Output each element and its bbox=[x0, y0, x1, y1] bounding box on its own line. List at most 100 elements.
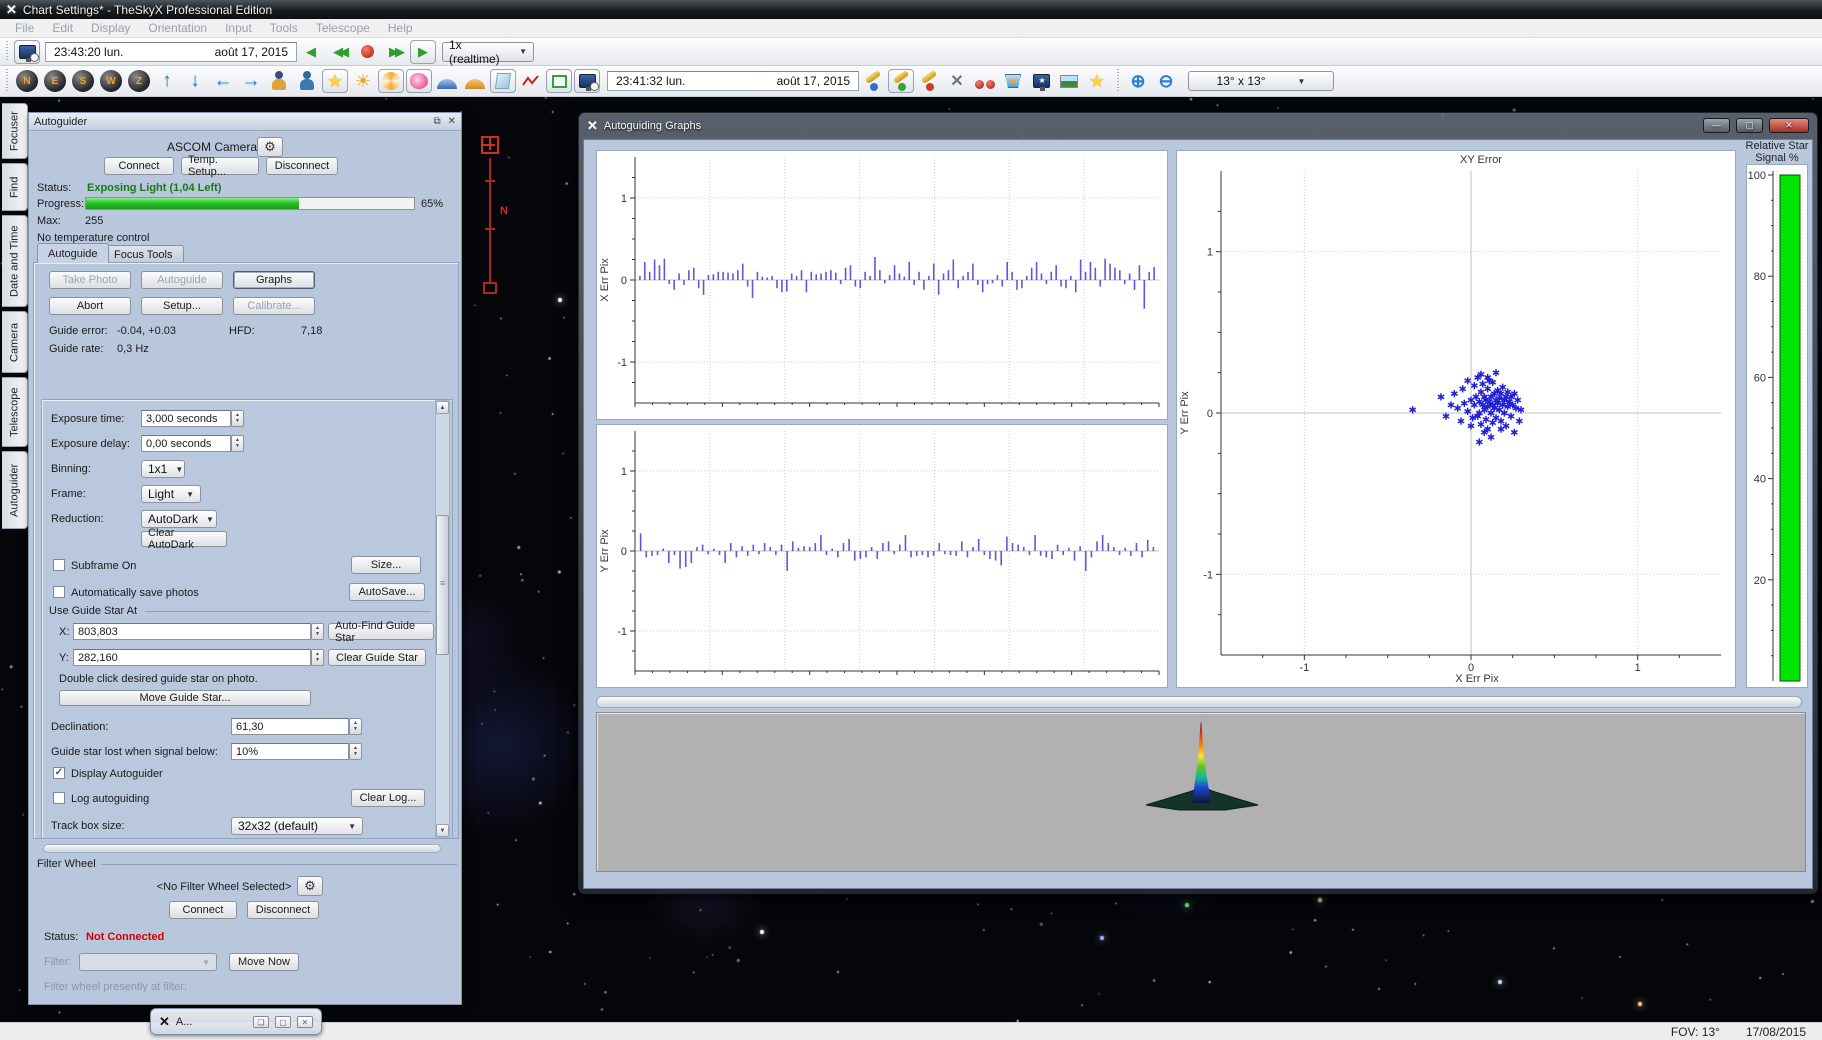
look-north-button[interactable]: N bbox=[14, 69, 40, 93]
reduction-dropdown[interactable]: AutoDark▼ bbox=[141, 510, 217, 528]
look-south-button[interactable]: S bbox=[70, 69, 96, 93]
binning-dropdown[interactable]: 1x1▼ bbox=[141, 460, 185, 478]
show-sun-button[interactable]: ☀ bbox=[350, 69, 376, 93]
toolbar-grip[interactable] bbox=[4, 69, 9, 93]
sidebar-tab-date-time[interactable]: Date and Time bbox=[2, 215, 28, 307]
sidebar-tab-find[interactable]: Find bbox=[2, 163, 28, 211]
menu-display[interactable]: Display bbox=[82, 21, 139, 35]
pan-up-button[interactable]: ↑ bbox=[154, 69, 180, 93]
autosave-checkbox[interactable] bbox=[53, 586, 65, 598]
close-icon[interactable]: ✕ bbox=[297, 1016, 313, 1028]
restore-icon[interactable]: ❏ bbox=[253, 1016, 269, 1028]
exposure-time-field[interactable]: 3,000 seconds bbox=[141, 410, 231, 427]
exposure-time-stepper[interactable]: ▲▼ bbox=[231, 410, 244, 427]
minimized-window-bar[interactable]: ✕ A... ❏ ▢ ✕ bbox=[150, 1008, 322, 1035]
close-button[interactable]: ✕ bbox=[1769, 118, 1809, 133]
time-rate-dropdown[interactable]: 1x (realtime)▼ bbox=[442, 42, 534, 62]
scroll-up-icon[interactable]: ▲ bbox=[436, 401, 449, 414]
clear-autodark-button[interactable]: Clear AutoDark bbox=[141, 531, 227, 547]
stop-telescope-button[interactable] bbox=[916, 69, 942, 93]
zoom-out-button[interactable]: ⊖ bbox=[1153, 69, 1179, 93]
autosave-button[interactable]: AutoSave... bbox=[349, 583, 425, 601]
menu-edit[interactable]: Edit bbox=[43, 21, 82, 35]
zoom-in-button[interactable]: ⊕ bbox=[1125, 69, 1151, 93]
observer-button[interactable] bbox=[266, 69, 292, 93]
trackbox-dropdown[interactable]: 32x32 (default)▼ bbox=[231, 817, 363, 835]
temp-setup-button[interactable]: Temp. Setup... bbox=[181, 157, 259, 175]
filter-connect-button[interactable]: Connect bbox=[169, 901, 237, 919]
fast-forward-button[interactable]: ▶▶ bbox=[382, 40, 408, 64]
show-horizon-button[interactable] bbox=[434, 69, 460, 93]
sidebar-tab-focuser[interactable]: Focuser bbox=[2, 103, 28, 159]
guide-star-y-field[interactable]: 282,160 bbox=[73, 649, 311, 666]
show-stars-button[interactable]: ★ bbox=[322, 69, 348, 93]
look-east-button[interactable]: E bbox=[42, 69, 68, 93]
clear-log-button[interactable]: Clear Log... bbox=[351, 789, 425, 807]
look-west-button[interactable]: W bbox=[98, 69, 124, 93]
show-nebulae-button[interactable] bbox=[406, 69, 432, 93]
field-of-view-indicators-button[interactable]: ★ bbox=[1000, 69, 1026, 93]
menu-tools[interactable]: Tools bbox=[261, 21, 307, 35]
clear-guide-star-button[interactable]: Clear Guide Star bbox=[328, 649, 426, 666]
photos-button[interactable] bbox=[1056, 69, 1082, 93]
camera-disconnect-button[interactable]: Disconnect bbox=[266, 157, 338, 175]
maximize-icon[interactable]: ▢ bbox=[275, 1016, 291, 1028]
stop-time-button[interactable] bbox=[354, 40, 380, 64]
guide-star-x-field[interactable]: 803,803 bbox=[73, 623, 311, 640]
take-photo-button[interactable]: Take Photo bbox=[49, 271, 131, 289]
computer-time-link-button[interactable] bbox=[574, 69, 600, 93]
float-panel-icon[interactable]: ⧉ bbox=[433, 116, 440, 127]
signal-below-field[interactable]: 10% bbox=[231, 743, 349, 760]
autofind-guide-star-button[interactable]: Auto-Find Guide Star bbox=[328, 623, 434, 640]
fast-back-button[interactable]: ◀◀ bbox=[326, 40, 352, 64]
filter-dropdown[interactable]: ▼ bbox=[79, 953, 217, 971]
exposure-delay-stepper[interactable]: ▲▼ bbox=[231, 435, 244, 452]
night-vision-button[interactable] bbox=[972, 69, 998, 93]
step-back-button[interactable]: ◀ bbox=[298, 40, 324, 64]
computer-time-button[interactable] bbox=[14, 40, 40, 64]
autoguide-button[interactable]: Autoguide bbox=[141, 271, 223, 289]
settings-hscrollbar[interactable] bbox=[43, 844, 441, 853]
mirror-image-button[interactable] bbox=[490, 69, 516, 93]
guide-star-y-stepper[interactable]: ▲▼ bbox=[311, 649, 324, 666]
graphs-button[interactable]: Graphs bbox=[233, 271, 315, 289]
chart-boundaries-button[interactable] bbox=[546, 69, 572, 93]
constellation-lines-button[interactable] bbox=[518, 69, 544, 93]
find-star-button[interactable]: ★ bbox=[1084, 69, 1110, 93]
guide-star-x-stepper[interactable]: ▲▼ bbox=[311, 623, 324, 640]
settings-scrollbar[interactable]: ▲ ▼ bbox=[435, 400, 450, 838]
minimize-button[interactable]: — bbox=[1703, 118, 1730, 133]
pan-right-button[interactable]: → bbox=[238, 69, 264, 93]
tab-autoguide[interactable]: Autoguide bbox=[37, 243, 109, 263]
setup-button[interactable]: Setup... bbox=[141, 297, 223, 315]
connect-telescope-button[interactable] bbox=[888, 69, 914, 93]
graphs-window-titlebar[interactable]: ✕ Autoguiding Graphs — ▢ ✕ bbox=[579, 113, 1817, 138]
sidebar-tab-autoguider[interactable]: Autoguider bbox=[2, 451, 28, 529]
size-button[interactable]: Size... bbox=[351, 556, 421, 574]
declination-stepper[interactable]: ▲▼ bbox=[349, 718, 362, 735]
pan-down-button[interactable]: ↓ bbox=[182, 69, 208, 93]
exposure-delay-field[interactable]: 0,00 seconds bbox=[141, 435, 231, 452]
declination-field[interactable]: 61,30 bbox=[231, 718, 349, 735]
sidebar-tab-camera[interactable]: Camera bbox=[2, 311, 28, 373]
scroll-down-icon[interactable]: ▼ bbox=[436, 824, 449, 837]
camera-connect-button[interactable]: Connect bbox=[104, 157, 174, 175]
move-now-button[interactable]: Move Now bbox=[229, 953, 299, 971]
sidebar-tab-telescope[interactable]: Telescope bbox=[2, 377, 28, 447]
menu-file[interactable]: File bbox=[6, 21, 43, 35]
camera-settings-button[interactable]: ⚙ bbox=[257, 137, 283, 157]
observer-site-button[interactable] bbox=[294, 69, 320, 93]
show-atmosphere-button[interactable] bbox=[462, 69, 488, 93]
menu-telescope[interactable]: Telescope bbox=[307, 21, 379, 35]
filter-disconnect-button[interactable]: Disconnect bbox=[247, 901, 319, 919]
go-forward-button[interactable]: ▶ bbox=[410, 40, 436, 64]
toolbar-grip[interactable] bbox=[1115, 69, 1120, 93]
graphs-hscrollbar[interactable] bbox=[596, 696, 1802, 708]
show-galaxies-button[interactable] bbox=[378, 69, 404, 93]
abort-button[interactable]: Abort bbox=[49, 297, 131, 315]
pan-left-button[interactable]: ← bbox=[210, 69, 236, 93]
disconnect-telescope-button[interactable]: ✕ bbox=[944, 69, 970, 93]
calibrate-button[interactable]: Calibrate... bbox=[233, 297, 315, 315]
filter-wheel-settings-button[interactable]: ⚙ bbox=[297, 876, 323, 896]
autoguider-panel-titlebar[interactable]: Autoguider ⧉ ✕ bbox=[29, 113, 461, 131]
